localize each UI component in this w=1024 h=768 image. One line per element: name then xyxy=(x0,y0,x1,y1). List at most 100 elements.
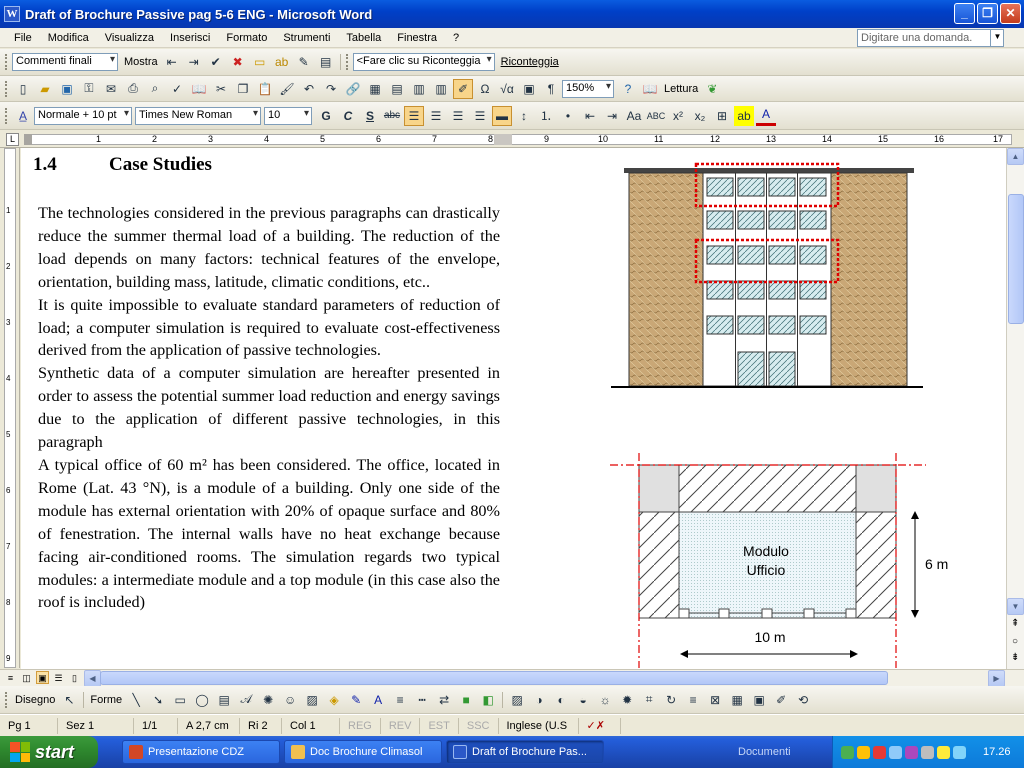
next-change-icon[interactable]: ⇥ xyxy=(184,52,204,72)
set-transparent-icon[interactable]: ✐ xyxy=(771,690,791,710)
font-combo[interactable]: Times New Roman xyxy=(135,106,261,125)
redo-icon[interactable]: ↷ xyxy=(321,79,341,99)
menu-view[interactable]: Visualizza xyxy=(97,32,162,44)
network-icon[interactable] xyxy=(841,745,854,759)
next-page-icon[interactable]: ⇟ xyxy=(1011,652,1019,663)
zoom-combo[interactable]: 150% xyxy=(562,79,614,98)
track-changes-icon[interactable]: ✎ xyxy=(294,52,314,72)
help-icon[interactable]: ? xyxy=(618,79,638,99)
display-for-review-combo[interactable]: Commenti finali xyxy=(12,53,118,71)
overtype-indicator[interactable]: SSC xyxy=(459,717,499,734)
clock[interactable]: 17.26 xyxy=(983,746,1011,758)
numbering-icon[interactable]: ⒈ xyxy=(536,106,556,126)
track-changes-indicator[interactable]: REV xyxy=(381,717,421,734)
drawing-icon[interactable]: ✐ xyxy=(453,78,473,99)
drawing-font-color-icon[interactable]: A xyxy=(368,690,388,710)
spelling-status-icon[interactable]: ✓✗ xyxy=(579,717,621,734)
taskbar-item[interactable]: Presentazione CDZ xyxy=(122,740,280,764)
superscript-icon[interactable]: x² xyxy=(668,106,688,126)
underline-button[interactable]: S xyxy=(360,106,380,126)
symbol-icon[interactable]: Ω xyxy=(475,79,495,99)
scroll-right-button[interactable]: ▶ xyxy=(988,670,1005,687)
insert-excel-icon[interactable]: ▥ xyxy=(409,79,429,99)
reading-view-icon[interactable]: ▯ xyxy=(68,671,81,684)
distributed-icon[interactable]: ▬ xyxy=(492,105,512,126)
vertical-ruler[interactable]: 1 2 3 4 5 6 7 8 9 xyxy=(0,148,20,668)
hscroll-thumb[interactable] xyxy=(100,671,888,685)
insert-table-icon[interactable]: ▤ xyxy=(387,79,407,99)
print-layout-icon[interactable]: ▣ xyxy=(36,671,49,684)
msn-icon[interactable] xyxy=(937,745,950,759)
undo-icon[interactable]: ↶ xyxy=(299,79,319,99)
wordart-icon[interactable]: 𝒜 xyxy=(236,690,256,710)
previous-page-icon[interactable]: ⇞ xyxy=(1011,618,1019,629)
draw-menu-button[interactable]: Disegno xyxy=(12,694,58,706)
align-right-icon[interactable]: ☰ xyxy=(448,106,468,126)
menu-table[interactable]: Tabella xyxy=(338,32,389,44)
print-preview-icon[interactable]: ⌕ xyxy=(145,79,165,99)
scroll-thumb[interactable] xyxy=(1008,194,1024,324)
oval-icon[interactable]: ◯ xyxy=(192,690,212,710)
volume-icon[interactable] xyxy=(921,745,934,759)
increase-indent-icon[interactable]: ⇥ xyxy=(602,106,622,126)
ask-dropdown-icon[interactable]: ▼ xyxy=(990,29,1004,47)
rotate-icon[interactable]: ↻ xyxy=(661,690,681,710)
vertical-scrollbar[interactable]: ▲ ▼ ⇞ ○ ⇟ xyxy=(1006,148,1024,669)
italic-button[interactable]: C xyxy=(338,106,358,126)
accept-change-icon[interactable]: ✔ xyxy=(206,52,226,72)
print-icon[interactable]: ⎙ xyxy=(123,79,143,99)
small-caps-button[interactable]: ABC xyxy=(646,106,666,126)
align-center-icon[interactable]: ☰ xyxy=(426,106,446,126)
open-icon[interactable]: ▰ xyxy=(35,79,55,99)
decrease-indent-icon[interactable]: ⇤ xyxy=(580,106,600,126)
picture-icon[interactable]: ▨ xyxy=(302,690,322,710)
previous-change-icon[interactable]: ⇤ xyxy=(162,52,182,72)
horizontal-ruler[interactable]: L 1 2 3 4 5 6 7 8 9 10 11 12 13 14 15 16… xyxy=(0,131,1024,148)
horizontal-scrollbar[interactable]: ≡ ◫ ▣ ☰ ▯ ◀ ▶ xyxy=(0,669,1024,687)
equation-icon[interactable]: √α xyxy=(497,79,517,99)
highlight-icon[interactable]: ab xyxy=(272,52,292,72)
arrow-icon[interactable]: ➘ xyxy=(148,690,168,710)
recount-combo[interactable]: <Fare clic su Riconteggia xyxy=(352,53,495,71)
word-app-icon[interactable]: W xyxy=(4,6,20,22)
toolbar-grip[interactable] xyxy=(5,54,8,70)
tab-selector[interactable]: L xyxy=(6,133,19,146)
text-wrapping-icon[interactable]: ▦ xyxy=(727,690,747,710)
outline-view-icon[interactable]: ☰ xyxy=(52,671,65,684)
text-box-icon[interactable]: ▤ xyxy=(214,690,234,710)
menu-insert[interactable]: Inserisci xyxy=(162,32,218,44)
select-objects-icon[interactable]: ↖ xyxy=(59,690,79,710)
security-icon[interactable] xyxy=(857,745,870,759)
new-document-icon[interactable]: ▯ xyxy=(13,79,33,99)
connection-icon[interactable] xyxy=(889,745,902,759)
style-combo[interactable]: Normale + 10 pt xyxy=(34,106,132,125)
line-color-icon[interactable]: ✎ xyxy=(346,690,366,710)
read-button[interactable]: Lettura xyxy=(661,83,701,95)
toolbar-grip[interactable] xyxy=(5,691,8,708)
restore-button[interactable]: ❐ xyxy=(977,3,998,24)
scroll-left-button[interactable]: ◀ xyxy=(84,670,101,687)
menu-window[interactable]: Finestra xyxy=(389,32,445,44)
compress-icon[interactable]: ⊠ xyxy=(705,690,725,710)
web-view-icon[interactable]: ◫ xyxy=(20,671,33,684)
fill-color-icon[interactable]: ◈ xyxy=(324,690,344,710)
more-brightness-icon[interactable]: ☼ xyxy=(595,690,615,710)
scroll-up-button[interactable]: ▲ xyxy=(1007,148,1024,165)
toolbar-grip[interactable] xyxy=(5,80,8,97)
taskbar-item[interactable]: Draft of Brochure Pas... xyxy=(446,740,604,764)
permission-icon[interactable]: ⚿ xyxy=(79,79,99,99)
bold-button[interactable]: G xyxy=(316,106,336,126)
align-left-icon[interactable]: ☰ xyxy=(404,105,424,126)
save-icon[interactable]: ▣ xyxy=(57,79,77,99)
copy-icon[interactable]: ❐ xyxy=(233,79,253,99)
line-style-icon[interactable]: ≡ xyxy=(390,690,410,710)
dash-style-icon[interactable]: ┅ xyxy=(412,690,432,710)
menu-tools[interactable]: Strumenti xyxy=(275,32,338,44)
close-button[interactable]: ✕ xyxy=(1000,3,1021,24)
menu-file[interactable]: File xyxy=(6,32,40,44)
menu-help[interactable]: ? xyxy=(445,32,467,44)
hyperlink-icon[interactable]: 🔗 xyxy=(343,79,363,99)
rectangle-icon[interactable]: ▭ xyxy=(170,690,190,710)
body-text[interactable]: The technologies considered in the previ… xyxy=(38,202,500,614)
reset-picture-icon[interactable]: ⟲ xyxy=(793,690,813,710)
